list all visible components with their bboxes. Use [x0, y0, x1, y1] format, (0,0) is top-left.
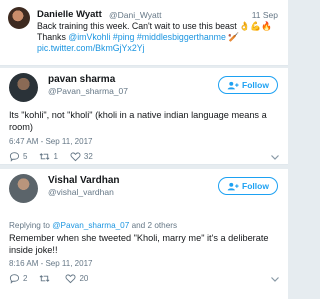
follow-person-icon — [227, 81, 239, 89]
more-icon[interactable] — [270, 274, 280, 284]
author-name[interactable]: pavan sharma — [48, 74, 115, 85]
tweet-actions: 5 1 32 — [9, 151, 93, 162]
reply-action[interactable]: 5 — [9, 151, 27, 162]
avatar[interactable] — [9, 174, 38, 203]
reply-icon — [9, 274, 20, 284]
tweet-text: Its "kohli", not "kholi" (kholi in a nat… — [9, 110, 267, 132]
pic-link[interactable]: pic.twitter.com/BkmGjYx2Yj — [37, 43, 145, 54]
like-icon — [70, 152, 81, 162]
follow-button[interactable]: Follow — [218, 177, 278, 195]
emoji: 🏏 — [225, 32, 240, 42]
reply-to-prefix: Replying to — [9, 221, 53, 230]
retweet-action[interactable] — [39, 273, 53, 284]
author-handle[interactable]: @Dani_Wyatt — [109, 10, 162, 20]
author-handle[interactable]: @vishal_vardhan — [48, 187, 114, 197]
tweet-vishal-vardhan: Vishal Vardhan @vishal_vardhan Follow Re… — [0, 169, 288, 299]
author-name[interactable]: Danielle Wyatt — [37, 9, 102, 20]
follow-person-icon — [227, 182, 239, 190]
follow-button[interactable]: Follow — [218, 76, 278, 94]
like-action[interactable]: 20 — [65, 273, 88, 284]
reply-action[interactable]: 2 — [9, 273, 27, 284]
avatar[interactable] — [9, 73, 38, 102]
retweet-action[interactable]: 1 — [39, 151, 58, 162]
tweet-text-line: Back training this week. Can't wait to u… — [37, 21, 273, 31]
like-action[interactable]: 32 — [70, 151, 93, 162]
author-handle[interactable]: @Pavan_sharma_07 — [48, 86, 128, 96]
reply-context: Replying to @Pavan_sharma_07 and 2 other… — [9, 221, 177, 230]
reply-count: 5 — [23, 152, 28, 161]
like-count: 32 — [83, 152, 93, 161]
tweet-text-line: Thanks @imVkohli #ping #middlesbiggertha… — [37, 32, 239, 43]
follow-label: Follow — [242, 80, 269, 90]
avatar[interactable] — [8, 7, 30, 29]
reply-icon — [9, 152, 20, 162]
retweet-icon — [40, 153, 50, 160]
tweet-timestamp[interactable]: 6:47 AM - Sep 11, 2017 — [9, 137, 92, 146]
tweet-timestamp[interactable]: 8:16 AM - Sep 11, 2017 — [9, 259, 92, 268]
follow-label: Follow — [242, 181, 269, 191]
author-name[interactable]: Vishal Vardhan — [48, 175, 120, 186]
tweet-text: Remember when she tweeted "Kholi, marry … — [9, 233, 269, 255]
tweet-danielle-wyatt: Danielle Wyatt @Dani_Wyatt 11 Sep Back t… — [0, 0, 288, 66]
tweet-pavan-sharma: pavan sharma @Pavan_sharma_07 Follow Its… — [0, 68, 288, 165]
tweet-text: Thanks — [37, 32, 69, 42]
like-count: 20 — [79, 274, 89, 283]
more-icon[interactable] — [270, 152, 280, 162]
mention-hashtag-link[interactable]: @imVkohli #ping #middlesbiggerthanme — [68, 32, 226, 42]
reply-to-suffix: and 2 others — [129, 221, 178, 230]
reply-to-link[interactable]: @Pavan_sharma_07 — [52, 221, 129, 230]
retweet-count: 1 — [53, 152, 58, 161]
reply-count: 2 — [23, 274, 28, 283]
retweet-icon — [40, 275, 50, 282]
tweet-date[interactable]: 11 Sep — [252, 10, 278, 20]
tweet-actions: 2 20 — [9, 273, 88, 284]
like-icon — [65, 274, 76, 284]
